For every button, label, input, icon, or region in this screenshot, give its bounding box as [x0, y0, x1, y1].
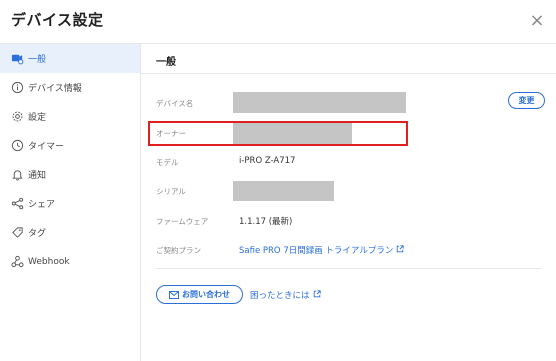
sidebar-item-notifications[interactable]: 通知 — [0, 160, 140, 189]
sidebar-item-label: タイマー — [28, 142, 65, 152]
help-link-text: 困ったときには — [250, 291, 310, 301]
device-name-label: デバイス名 — [156, 99, 194, 108]
firmware-label: ファームウェア — [156, 217, 209, 226]
sidebar-item-label: 一般 — [28, 55, 47, 65]
section-title: 一般 — [156, 57, 176, 68]
dialog-header: デバイス設定 × — [0, 0, 556, 44]
contact-button-label: お問い合わせ — [182, 290, 230, 299]
share-icon — [10, 197, 24, 211]
main-panel: 一般 デバイス名 変更 オーナー モデル i-PRO Z-A717 シリアル フ… — [141, 44, 556, 361]
sidebar-item-tags[interactable]: タグ — [0, 218, 140, 247]
divider — [156, 268, 541, 269]
serial-label: シリアル — [156, 187, 186, 196]
owner-highlight-box — [148, 121, 408, 146]
sidebar-item-label: 設定 — [28, 113, 47, 123]
bell-icon — [10, 168, 24, 182]
sidebar-item-label: タグ — [28, 229, 47, 239]
sidebar-item-general[interactable]: 一般 — [0, 44, 140, 73]
sidebar-item-label: デバイス情報 — [28, 84, 82, 94]
external-link-icon — [396, 245, 404, 256]
serial-redacted — [233, 181, 334, 201]
plan-label: ご契約プラン — [156, 246, 201, 255]
sidebar-item-webhook[interactable]: Webhook — [0, 247, 140, 276]
close-icon[interactable]: × — [526, 10, 548, 32]
webhook-icon — [10, 255, 24, 269]
contact-button[interactable]: お問い合わせ — [156, 285, 243, 304]
tag-icon — [10, 226, 24, 240]
clock-icon — [10, 139, 24, 153]
mail-icon — [169, 290, 179, 299]
device-name-redacted — [233, 92, 406, 113]
section-header: 一般 — [141, 44, 556, 74]
sidebar-item-label: Webhook — [28, 256, 70, 267]
plan-link[interactable]: Safie PRO 7日間録画 トライアルプラン — [239, 244, 404, 256]
model-label: モデル — [156, 158, 179, 167]
firmware-value: 1.1.17 (最新) — [239, 217, 293, 227]
info-icon — [10, 81, 24, 95]
sidebar-item-timer[interactable]: タイマー — [0, 131, 140, 160]
dialog-title: デバイス設定 — [11, 11, 104, 29]
change-button[interactable]: 変更 — [508, 92, 545, 109]
gear-icon — [10, 110, 24, 124]
model-value: i-PRO Z-A717 — [239, 156, 296, 166]
sidebar-item-settings[interactable]: 設定 — [0, 102, 140, 131]
sidebar-item-share[interactable]: シェア — [0, 189, 140, 218]
sidebar-item-device-info[interactable]: デバイス情報 — [0, 73, 140, 102]
sidebar-item-label: 通知 — [28, 171, 47, 181]
external-link-icon — [313, 290, 321, 301]
camera-settings-icon — [10, 52, 24, 66]
sidebar: 一般 デバイス情報 設定 タイマー 通知 シェア タグ Webhook — [0, 44, 141, 361]
plan-link-text: Safie PRO 7日間録画 トライアルプラン — [239, 246, 394, 256]
help-link[interactable]: 困ったときには — [250, 289, 321, 301]
sidebar-item-label: シェア — [28, 200, 56, 210]
